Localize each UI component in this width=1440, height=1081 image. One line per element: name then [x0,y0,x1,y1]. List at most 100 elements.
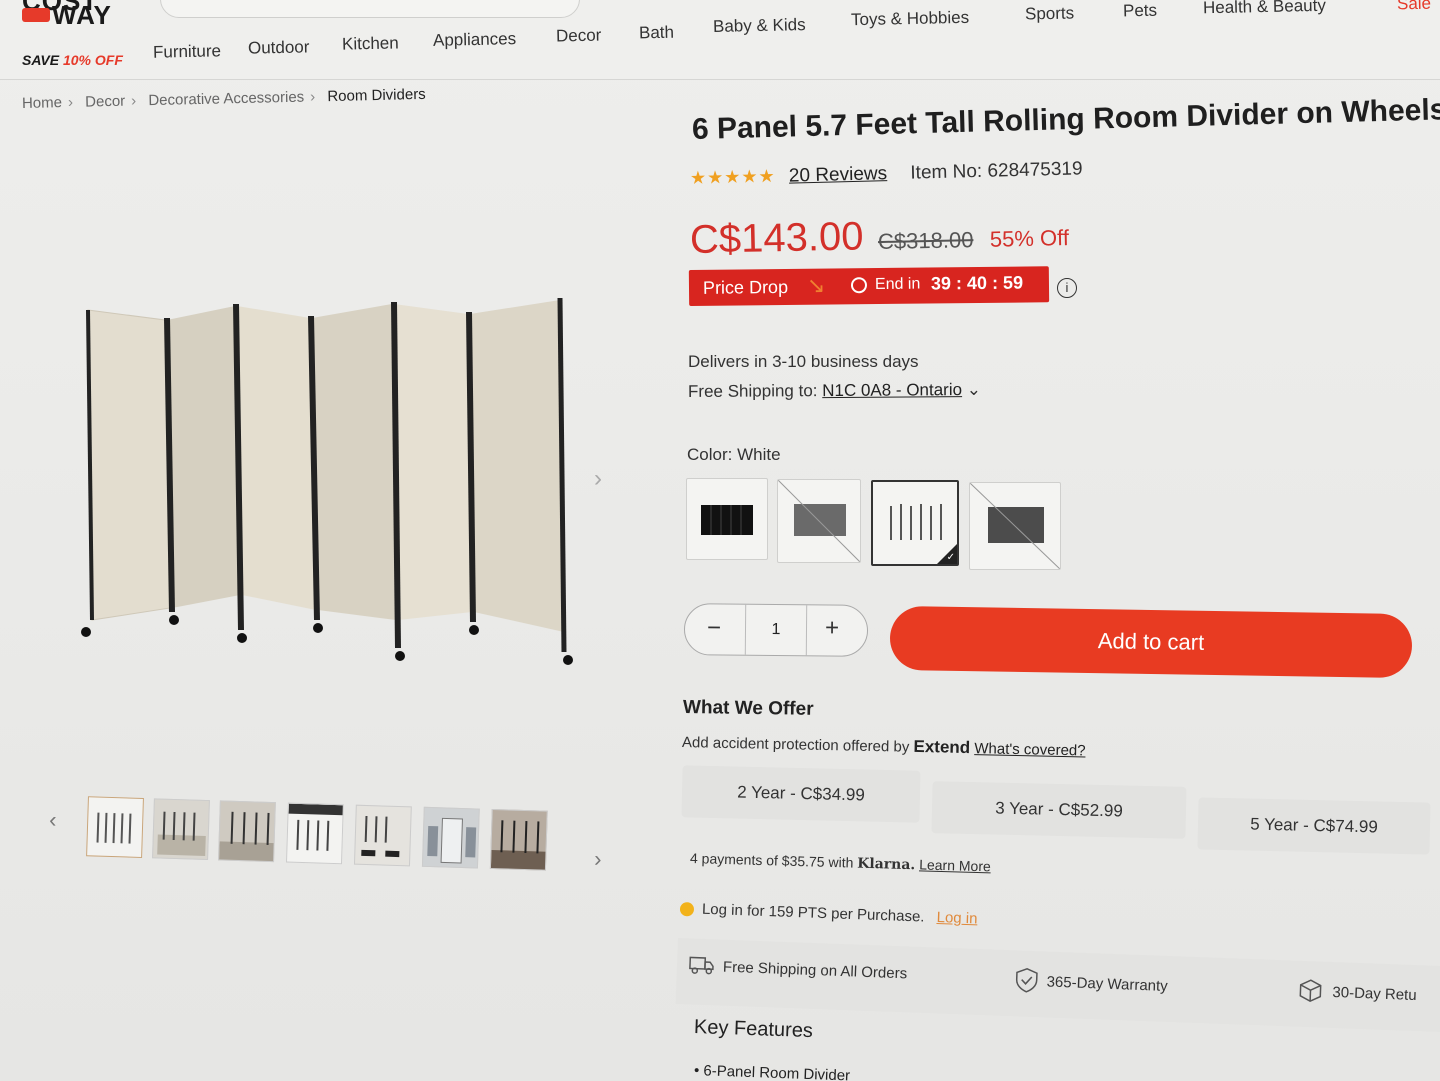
price-row: C$143.00 C$318.00 55% Off [690,210,1070,263]
coin-icon [679,902,695,917]
shipping-location-link[interactable]: N1C 0A8 - Ontario [822,380,962,400]
thumbnail-image [96,812,132,844]
perk-returns: 30-Day Retu [1296,977,1417,1011]
offer-subtitle: Add accident protection offered by Exten… [682,732,1086,760]
login-link[interactable]: Log in [936,909,977,927]
breadcrumb-separator-icon: › [310,88,316,106]
breadcrumb-separator-icon: › [130,92,137,110]
thumbnail[interactable] [489,808,548,871]
perk-free-shipping-label: Free Shipping on All Orders [722,958,908,983]
thumbs-prev-arrow-icon[interactable]: ‹ [49,807,57,833]
quantity-stepper: − 1 + [683,603,869,657]
save-promo[interactable]: SAVE 10% OFF [22,52,123,68]
quantity-input[interactable]: 1 [744,604,808,656]
klarna-text: 4 payments of $35.75 with [689,850,858,871]
nav-kitchen[interactable]: Kitchen [342,33,399,54]
nav-sports[interactable]: Sports [1025,3,1075,24]
clock-icon [850,277,868,294]
thumbnail[interactable] [152,798,210,861]
breadcrumb-separator-icon: › [67,93,74,111]
thumbnail-strip: ‹ › [45,795,618,913]
logo-text-bottom: WAY [52,0,112,30]
thumbnail[interactable] [285,802,344,865]
truck-icon [689,954,716,979]
extend-logo: Extend [913,736,971,758]
main-product-image[interactable] [70,290,590,670]
thumbnail-image [218,811,276,863]
info-icon[interactable]: i [1057,278,1077,298]
plan-2-year[interactable]: 2 Year - C$34.99 [681,765,921,823]
whats-covered-link[interactable]: What's covered? [974,740,1086,759]
ends-in-label: End in [874,275,921,294]
price-drop-banner: Price Drop ↘ End in 39 : 40 : 59 [688,266,1050,306]
breadcrumb-decorative-accessories[interactable]: Decorative Accessories [148,89,304,110]
swatch-darkgray-unavailable[interactable] [969,482,1061,570]
minus-icon[interactable]: − [707,614,721,642]
nav-bath[interactable]: Bath [639,23,674,44]
product-title: 6 Panel 5.7 Feet Tall Rolling Room Divid… [691,93,1440,146]
perks-bar: Free Shipping on All Orders 365-Day Warr… [675,938,1440,1033]
plan-5-year[interactable]: 5 Year - C$74.99 [1197,797,1431,855]
site-header: COST WAY SAVE 10% OFF Baby & Kids Toys &… [0,0,1440,80]
klarna-learn-more-link[interactable]: Learn More [919,856,991,874]
add-to-cart-button[interactable]: Add to cart [889,605,1413,679]
breadcrumb: Home › Decor › Decorative Accessories › Roo… [22,86,432,112]
nav-decor[interactable]: Decor [556,26,602,47]
breadcrumb-home[interactable]: Home [22,94,62,112]
klarna-info: 4 payments of $35.75 with Klarna. Learn … [690,850,991,875]
thumbnail[interactable] [421,806,480,869]
room-divider-illustration [81,297,573,665]
current-price: C$143.00 [689,214,864,262]
search-input[interactable] [160,0,580,18]
plan-3-year[interactable]: 3 Year - C$52.99 [931,781,1187,839]
points-text: Log in for 159 PTS per Purchase. [701,900,925,926]
thumbnail-image [490,820,548,871]
nav-appliances[interactable]: Appliances [433,29,517,51]
thumbnail[interactable] [86,796,144,858]
thumbnail[interactable] [353,804,412,867]
reviews-link[interactable]: 20 Reviews [789,163,888,186]
item-number: Item No: 628475319 [910,158,1083,184]
swatch-gray-unavailable[interactable] [777,479,861,563]
thumbnail-image [427,817,477,864]
shipping-info: Free Shipping to: N1C 0A8 - Ontario ⌄ [688,380,981,402]
rating-stars-icon: ★★★★★ [689,165,776,188]
breadcrumb-decor[interactable]: Decor [85,93,125,111]
nav-furniture[interactable]: Furniture [153,41,221,62]
delivery-estimate: Delivers in 3-10 business days [688,352,919,371]
plus-icon[interactable]: + [825,614,839,642]
swatch-gray-image [778,480,860,562]
brand-logo[interactable]: COST WAY [20,0,130,36]
box-return-icon [1296,977,1325,1008]
breadcrumb-room-dividers[interactable]: Room Dividers [327,86,426,105]
swatch-darkgray-image [970,483,1060,569]
perk-warranty: 365-Day Warranty [1014,966,1168,1002]
perk-returns-label: 30-Day Retu [1332,983,1417,1005]
nav-baby-kids[interactable]: Baby & Kids [713,15,806,37]
offer-title: What We Offer [682,697,814,720]
check-icon: ✓ [946,552,955,563]
thumbnail-image [361,815,400,858]
offer-subtitle-text: Add accident protection offered by [681,734,914,756]
thumbnail-image [157,811,206,856]
feature-bullet: • 6-Panel Room Divider [693,1062,851,1081]
nav-health-beauty[interactable]: Health & Beauty [1203,0,1326,18]
discount-percent: 55% Off [989,225,1070,252]
save-accent: 10% OFF [62,52,123,68]
klarna-logo: Klarna. [857,855,916,874]
points-info: Log in for 159 PTS per Purchase. Log in [679,900,978,927]
swatch-white-selected[interactable]: ✓ [871,480,959,566]
thumbnail[interactable] [218,800,276,863]
perk-free-shipping: Free Shipping on All Orders [689,954,908,986]
thumbs-next-arrow-icon[interactable]: › [594,846,602,872]
shield-check-icon [1014,966,1039,997]
nav-outdoor[interactable]: Outdoor [248,37,310,58]
nav-pets[interactable]: Pets [1123,1,1157,22]
shipping-prefix: Free Shipping to: [687,381,823,401]
nav-toys-hobbies[interactable]: Toys & Hobbies [851,8,970,30]
nav-sale[interactable]: Sale [1397,0,1431,14]
swatch-black[interactable] [686,478,768,560]
chevron-down-icon[interactable]: ⌄ [967,380,981,399]
gallery-next-arrow-icon[interactable]: › [594,465,602,493]
swatch-black-image [701,505,753,535]
